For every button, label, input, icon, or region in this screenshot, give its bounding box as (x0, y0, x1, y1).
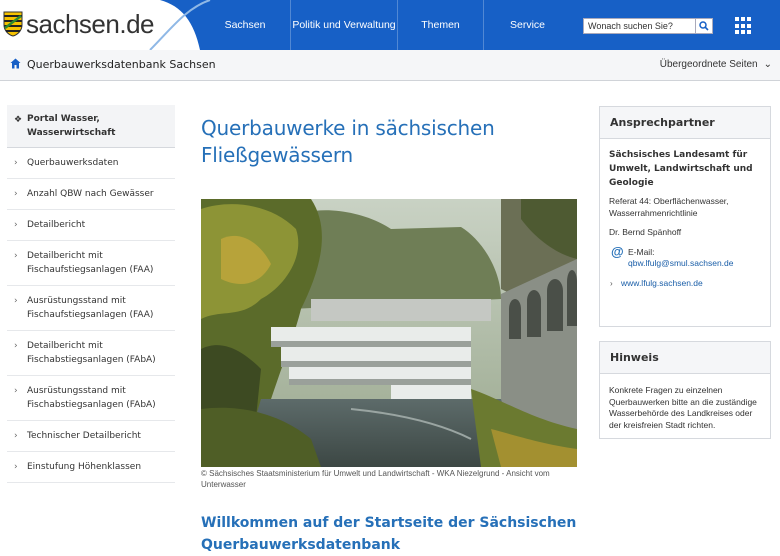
sidebar-item-detailbericht[interactable]: › Detailbericht (7, 210, 175, 241)
search-form (583, 18, 713, 34)
contact-website-row: › www.lfulg.sachsen.de (609, 278, 761, 290)
email-icon: @ (611, 243, 624, 259)
chevron-down-icon: ⌄ (763, 59, 772, 70)
chevron-right-icon: › (14, 189, 18, 199)
sidebar-item-einstufung-hoehenklassen[interactable]: › Einstufung Höhenklassen (7, 452, 175, 483)
page-title: Querbauwerke in sächsischen Fließgewässe… (201, 116, 495, 167)
main-content: Querbauwerke in sächsischen Fließgewässe… (201, 115, 581, 553)
sidebar-item-ausruestungsstand-faa[interactable]: › Ausrüstungsstand mit Fischaufstiegsanl… (7, 286, 175, 331)
search-icon (699, 21, 709, 31)
site-header: sachsen.de Sachsen Politik und Verwaltun… (0, 0, 780, 50)
nav-service[interactable]: Service (483, 0, 571, 50)
sidebar-item-detailbericht-faa[interactable]: › Detailbericht mit Fischaufstiegsanlage… (7, 241, 175, 286)
chevron-right-icon: › (14, 431, 18, 441)
sidebar-item-detailbericht-faba[interactable]: › Detailbericht mit Fischabstiegsanlagen… (7, 331, 175, 376)
sidebar-item-querbauwerksdaten[interactable]: › Querbauwerksdaten (7, 148, 175, 179)
search-input[interactable] (583, 18, 696, 34)
breadcrumb-title[interactable]: Querbauwerksdatenbank Sachsen (27, 58, 216, 71)
logo-text: sachsen.de (26, 8, 154, 39)
chevron-right-icon: › (14, 462, 18, 472)
search-button[interactable] (696, 18, 713, 34)
contact-person: Dr. Bernd Spänhoff (609, 227, 682, 237)
chevron-right-icon: › (14, 251, 18, 261)
website-link[interactable]: www.lfulg.sachsen.de (621, 278, 703, 288)
apps-grid-icon[interactable] (735, 17, 753, 35)
chevron-right-icon: › (14, 341, 18, 351)
email-link[interactable]: qbw.lfulg@smul.sachsen.de (628, 258, 734, 268)
sidebar-navigation: ❖ Portal Wasser, Wasserwirtschaft › Quer… (7, 105, 175, 483)
sidebar-item-anzahl-qbw[interactable]: › Anzahl QBW nach Gewässer (7, 179, 175, 210)
chevron-right-icon: › (14, 296, 18, 306)
image-caption: © Sächsisches Staatsministerium für Umwe… (201, 469, 550, 489)
main-navigation: Sachsen Politik und Verwaltung Themen Se… (200, 0, 571, 50)
welcome-heading: Willkommen auf der Startseite der Sächsi… (201, 515, 577, 553)
active-marker-icon: ❖ (14, 115, 23, 125)
nav-themen[interactable]: Themen (397, 0, 483, 50)
hint-box: Hinweis Konkrete Fragen zu einzelnen Que… (599, 341, 771, 439)
chevron-right-icon: › (14, 220, 18, 230)
coat-of-arms-icon (3, 11, 23, 37)
sachsen-logo[interactable]: sachsen.de (3, 7, 154, 41)
contact-department: Referat 44: Oberflächenwasser, Wasserrah… (609, 196, 729, 218)
sidebar-item-technischer-detailbericht[interactable]: › Technischer Detailbericht (7, 421, 175, 452)
hint-text: Konkrete Fragen zu einzelnen Querbauwerk… (609, 385, 757, 430)
sidebar-item-ausruestungsstand-faba[interactable]: › Ausrüstungsstand mit Fischabstiegsanla… (7, 376, 175, 421)
contact-box: Ansprechpartner Sächsisches Landesamt fü… (599, 106, 771, 327)
home-icon[interactable] (10, 58, 21, 69)
breadcrumb: Querbauwerksdatenbank Sachsen Übergeordn… (0, 50, 780, 81)
nav-sachsen[interactable]: Sachsen (200, 0, 290, 50)
nav-politik-und-verwaltung[interactable]: Politik und Verwaltung (290, 0, 397, 50)
contact-email-row: @ E-Mail: qbw.lfulg@smul.sachsen.de (609, 243, 761, 270)
chevron-right-icon: › (610, 278, 613, 288)
weir-photo (201, 199, 577, 467)
contact-organisation: Sächsisches Landesamt für Umwelt, Landwi… (609, 150, 753, 188)
email-label: E-Mail: (628, 246, 655, 257)
chevron-right-icon: › (14, 158, 18, 168)
sidebar-item-portal-wasser[interactable]: ❖ Portal Wasser, Wasserwirtschaft (7, 105, 175, 148)
hint-heading: Hinweis (600, 342, 770, 374)
parent-pages-dropdown[interactable]: Übergeordnete Seiten ⌄ (660, 59, 772, 70)
chevron-right-icon: › (14, 386, 18, 396)
contact-heading: Ansprechpartner (600, 107, 770, 139)
